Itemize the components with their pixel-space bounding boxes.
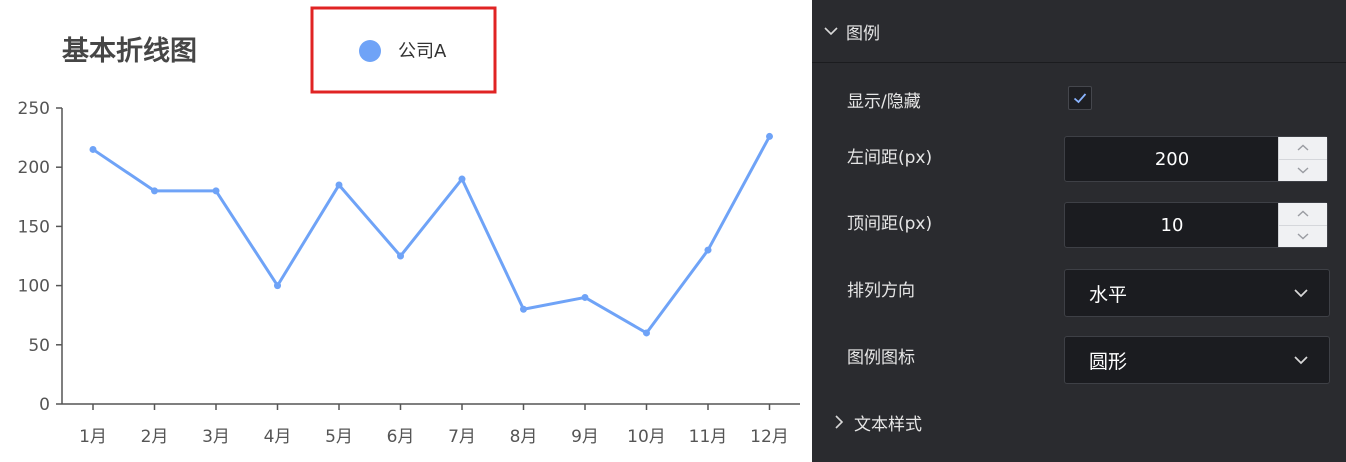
y-tick-label: 0 [39, 395, 50, 415]
data-point [151, 187, 158, 195]
y-tick-label: 250 [18, 99, 50, 119]
decrement-button[interactable] [1279, 159, 1327, 181]
show-hide-checkbox[interactable] [1068, 86, 1092, 110]
x-tick-label: 4月 [264, 427, 292, 447]
x-tick-label: 2月 [141, 427, 169, 447]
section-divider [812, 62, 1346, 63]
x-tick-label: 9月 [571, 427, 599, 447]
data-point [212, 187, 220, 195]
y-tick-label: 50 [28, 336, 50, 356]
x-tick-label: 1月 [79, 427, 107, 447]
x-tick-label: 8月 [510, 427, 538, 447]
x-tick-label: 10月 [627, 427, 666, 447]
legend-label: 公司A [398, 41, 447, 62]
y-tick-label: 150 [18, 217, 50, 237]
chevron-down-icon [1297, 233, 1309, 240]
chevron-down-icon [1291, 350, 1311, 370]
orientation-label: 排列方向 [847, 281, 915, 301]
x-tick-label: 11月 [689, 427, 728, 447]
legend[interactable]: 公司A [310, 6, 497, 94]
x-tick-label: 7月 [448, 427, 476, 447]
x-tick-label: 12月 [750, 427, 789, 447]
show-hide-label: 显示/隐藏 [847, 92, 921, 112]
legend-section-header[interactable]: 图例 [812, 14, 1346, 48]
legend-icon-value: 圆形 [1089, 350, 1128, 373]
data-point [581, 293, 589, 301]
legend-marker-circle [359, 40, 381, 62]
data-point [397, 252, 404, 260]
data-point [89, 145, 97, 153]
chart-area: 基本折线图 公司A 0 50 100 150 200 250 1月 2月 3月 4月 5月 6月 7月 8… [0, 0, 812, 462]
series-line [92, 135, 771, 335]
data-point [335, 181, 343, 189]
text-style-section-title: 文本样式 [854, 414, 922, 435]
left-margin-input[interactable]: 200 [1064, 136, 1328, 182]
legend-section-title: 图例 [846, 23, 880, 44]
chevron-up-icon [1297, 210, 1309, 217]
legend-icon-select[interactable]: 圆形 [1064, 336, 1330, 384]
line-chart: 基本折线图 公司A 0 50 100 150 200 250 1月 2月 3月 4月 5月 6月 7月 8… [18, 6, 800, 447]
increment-button[interactable] [1279, 203, 1327, 226]
x-tick-label: 6月 [387, 427, 415, 447]
top-margin-label: 顶间距(px) [847, 214, 933, 234]
data-point [643, 329, 650, 337]
x-tick-label: 5月 [325, 427, 353, 447]
axes: 0 50 100 150 200 250 1月 2月 3月 4月 5月 6月 7月 8月 9月 10月 11月 1… [18, 99, 800, 447]
data-point [704, 246, 712, 254]
chevron-up-icon [1297, 144, 1309, 151]
text-style-section-header[interactable]: 文本样式 [812, 405, 1346, 439]
settings-panel: 图例 显示/隐藏 左间距(px) 200 顶间距(px) 10 排列方向 水平 … [812, 0, 1346, 462]
orientation-select[interactable]: 水平 [1064, 269, 1330, 317]
top-margin-value[interactable]: 10 [1065, 203, 1279, 247]
left-margin-stepper[interactable] [1278, 137, 1327, 181]
left-margin-value[interactable]: 200 [1065, 137, 1279, 181]
chevron-right-icon [830, 413, 848, 431]
series-layer [89, 132, 773, 337]
check-icon [1073, 93, 1087, 104]
y-tick-label: 100 [18, 277, 50, 297]
chevron-down-icon [822, 22, 840, 40]
increment-button[interactable] [1279, 137, 1327, 160]
data-point [520, 305, 527, 313]
x-tick-label: 3月 [202, 427, 230, 447]
chart-title: 基本折线图 [62, 36, 197, 67]
decrement-button[interactable] [1279, 225, 1327, 247]
data-point [458, 175, 466, 183]
chevron-down-icon [1291, 283, 1311, 303]
data-point [766, 132, 773, 140]
legend-icon-label: 图例图标 [847, 348, 915, 368]
top-margin-stepper[interactable] [1278, 203, 1327, 247]
y-tick-label: 200 [18, 158, 50, 178]
left-margin-label: 左间距(px) [847, 148, 933, 168]
data-point [274, 282, 281, 290]
top-margin-input[interactable]: 10 [1064, 202, 1328, 248]
chevron-down-icon [1297, 167, 1309, 174]
orientation-value: 水平 [1089, 283, 1128, 306]
